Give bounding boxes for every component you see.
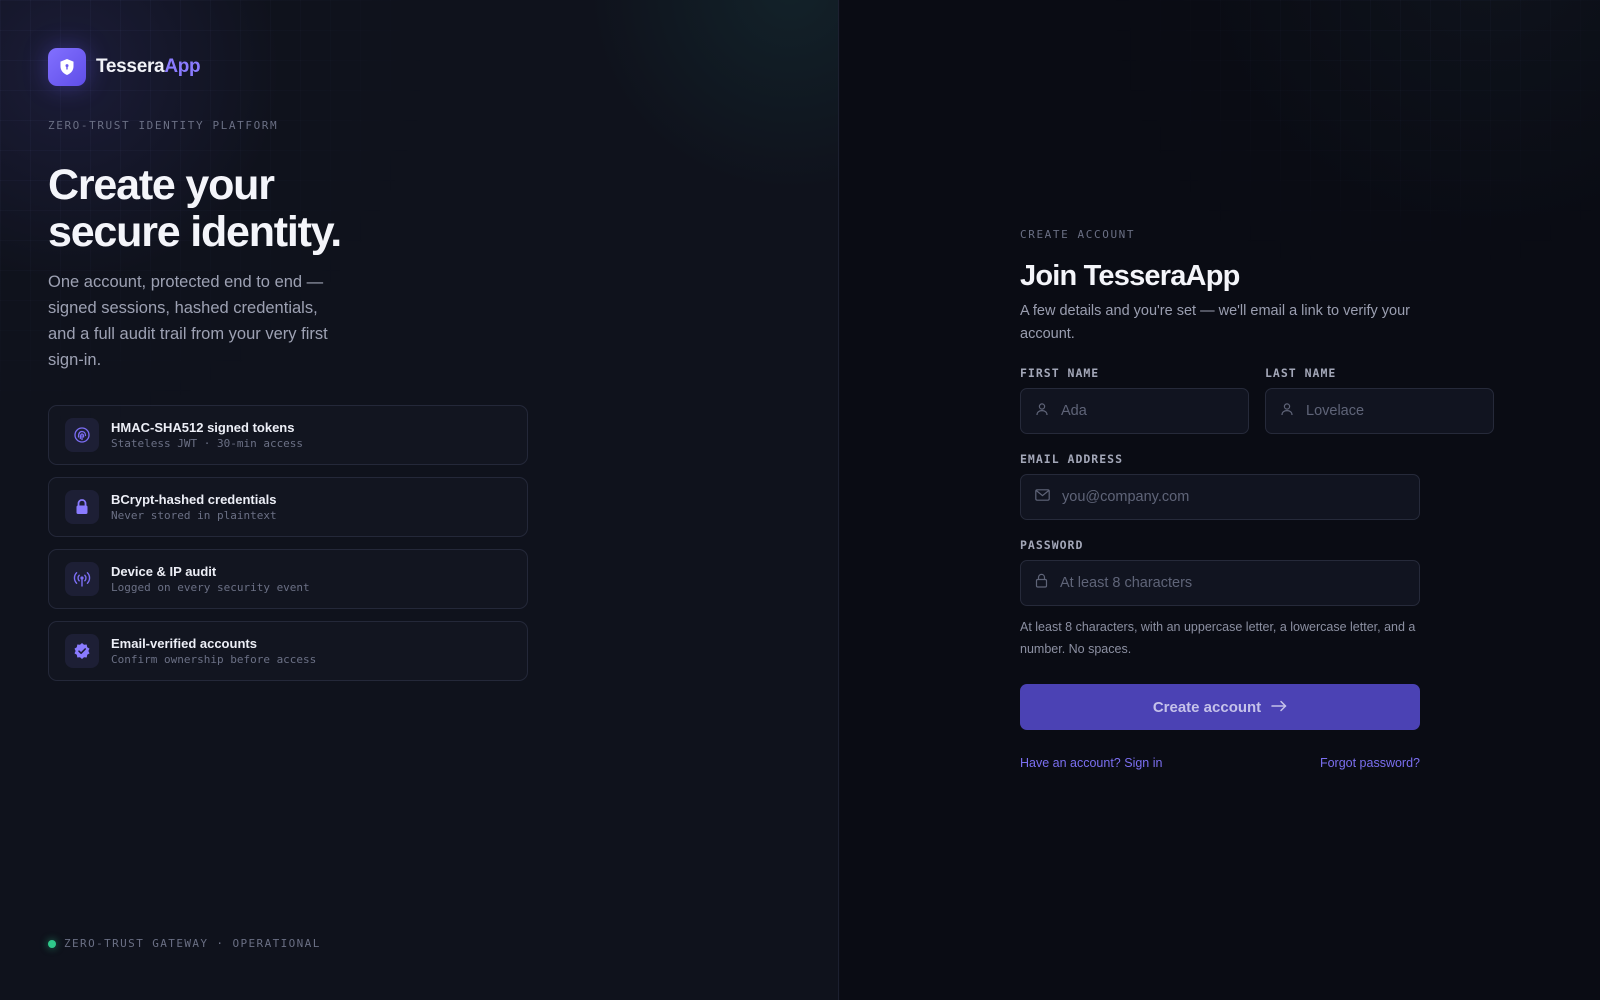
feature-description: Never stored in plaintext	[111, 508, 277, 522]
fingerprint-icon	[65, 418, 99, 452]
email-label: EMAIL ADDRESS	[1020, 452, 1124, 466]
last-name-input-wrapper[interactable]	[1265, 388, 1494, 434]
feature-title: Device & IP audit	[111, 563, 217, 579]
feature-card: Device & IP audit Logged on every securi…	[48, 549, 528, 609]
feature-list: HMAC-SHA512 signed tokens Stateless JWT …	[48, 405, 528, 693]
status-dot-icon	[48, 939, 56, 948]
form-eyebrow: CREATE ACCOUNT	[1020, 228, 1136, 241]
password-input-wrapper[interactable]	[1020, 560, 1420, 606]
email-field-group: EMAIL ADDRESS	[1020, 452, 1420, 520]
first-name-label: FIRST NAME	[1020, 366, 1100, 380]
feature-description: Logged on every security event	[111, 580, 310, 594]
broadcast-icon	[65, 562, 99, 596]
first-name-field-group: FIRST NAME	[1020, 366, 1249, 434]
last-name-field-group: LAST NAME	[1265, 366, 1494, 434]
verified-badge-icon	[65, 634, 99, 668]
user-icon	[1280, 402, 1294, 421]
last-name-label: LAST NAME	[1265, 366, 1337, 380]
form-subtitle: A few details and you're set — we'll ema…	[1020, 303, 1410, 342]
shield-icon	[48, 48, 86, 86]
password-label: PASSWORD	[1020, 538, 1084, 552]
feature-title: Email-verified accounts	[111, 635, 257, 651]
name-row: FIRST NAME LAST NAME	[1020, 366, 1494, 434]
feature-card: HMAC-SHA512 signed tokens Stateless JWT …	[48, 405, 528, 465]
create-account-label: Create account	[1152, 698, 1262, 716]
feature-card: Email-verified accounts Confirm ownershi…	[48, 621, 528, 681]
feature-title: HMAC-SHA512 signed tokens	[111, 419, 295, 435]
gateway-status: ZERO-TRUST GATEWAY · OPERATIONAL	[48, 937, 321, 950]
feature-title: BCrypt-hashed credentials	[111, 491, 277, 507]
lock-icon	[65, 490, 99, 524]
last-name-input[interactable]	[1306, 403, 1493, 419]
feature-description: Stateless JWT · 30-min access	[111, 436, 304, 450]
password-field-group: PASSWORD At least 8 characters, with an …	[1020, 538, 1420, 660]
brand-logo[interactable]: TesseraApp	[48, 48, 201, 86]
forgot-password-link[interactable]: Forgot password?	[1320, 756, 1420, 770]
hero-subtitle: One account, protected end to end — sign…	[48, 273, 328, 369]
background-glow	[560, 0, 838, 200]
password-hint: At least 8 characters, with an uppercase…	[1020, 620, 1416, 656]
brand-name: TesseraApp	[96, 56, 201, 77]
feature-card: BCrypt-hashed credentials Never stored i…	[48, 477, 528, 537]
background-grid	[1100, 0, 1600, 260]
hero-heading: Create your secure identity.	[48, 161, 342, 256]
first-name-input[interactable]	[1061, 403, 1248, 419]
form-title: Join TesseraApp	[1020, 260, 1240, 292]
user-icon	[1035, 402, 1049, 421]
first-name-input-wrapper[interactable]	[1020, 388, 1249, 434]
brand-panel: TesseraApp ZERO-TRUST IDENTITY PLATFORM …	[0, 0, 839, 1000]
signup-panel: CREATE ACCOUNT Join TesseraApp A few det…	[840, 0, 1600, 1000]
email-input[interactable]	[1062, 489, 1419, 505]
platform-eyebrow: ZERO-TRUST IDENTITY PLATFORM	[48, 119, 279, 132]
status-text: ZERO-TRUST GATEWAY · OPERATIONAL	[64, 937, 321, 950]
sign-in-link[interactable]: Have an account? Sign in	[1020, 756, 1162, 770]
arrow-right-icon	[1271, 699, 1287, 716]
auth-links: Have an account? Sign in Forgot password…	[1020, 756, 1420, 770]
create-account-button[interactable]: Create account	[1020, 684, 1420, 730]
signup-form: CREATE ACCOUNT Join TesseraApp A few det…	[1020, 228, 1494, 770]
email-input-wrapper[interactable]	[1020, 474, 1420, 520]
lock-icon	[1035, 573, 1048, 593]
mail-icon	[1035, 488, 1050, 506]
feature-description: Confirm ownership before access	[111, 652, 317, 666]
password-input[interactable]	[1060, 575, 1419, 591]
